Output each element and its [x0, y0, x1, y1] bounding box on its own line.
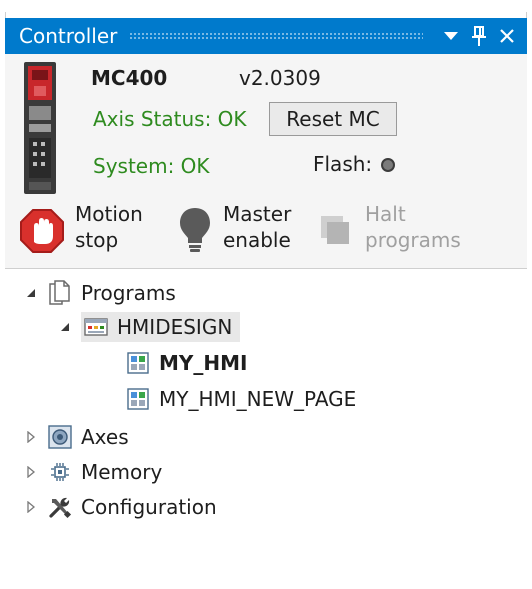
pin-icon[interactable]	[465, 21, 493, 51]
tree-label-configuration: Configuration	[81, 495, 217, 519]
memory-chip-icon	[47, 459, 73, 485]
master-enable-label-1: Master	[223, 202, 292, 226]
reset-mc-button[interactable]: Reset MC	[269, 102, 397, 136]
controller-info: MC400 v2.0309 Axis Status: OK Reset MC S…	[5, 54, 527, 268]
master-enable-label-2: enable	[223, 228, 291, 252]
stop-hand-icon	[20, 209, 64, 253]
tree-selection-highlight: HMIDESIGN	[81, 312, 241, 342]
tree-label-memory: Memory	[81, 460, 163, 484]
tree-item-programs[interactable]: Programs	[23, 277, 176, 309]
firmware-version: v2.0309	[239, 66, 321, 90]
tree-item-my-hmi[interactable]: MY_HMI	[125, 347, 247, 379]
tree-label-hmidesign: HMIDESIGN	[117, 315, 233, 339]
system-status: System: OK	[93, 154, 210, 178]
tree-item-memory[interactable]: Memory	[23, 456, 162, 488]
tools-icon	[47, 494, 73, 520]
motion-stop-button[interactable]: Motion stop	[19, 200, 169, 256]
documents-icon	[47, 280, 73, 306]
hmi-page-icon	[125, 386, 151, 412]
hmi-page-icon	[125, 350, 151, 376]
axis-status: Axis Status: OK	[93, 107, 247, 131]
tree-item-configuration[interactable]: Configuration	[23, 491, 217, 523]
lightbulb-icon	[180, 208, 210, 252]
tree-label-axes: Axes	[81, 425, 129, 449]
halt-programs-icon	[321, 216, 349, 244]
motion-stop-label-2: stop	[75, 228, 119, 252]
collapsed-arrow-icon[interactable]	[23, 466, 39, 478]
tree-label-my-hmi: MY_HMI	[159, 351, 248, 375]
drag-grip[interactable]	[129, 32, 423, 40]
flash-label: Flash:	[313, 152, 373, 176]
controller-panel: Controller MC400 v2.0309 Axis Status: OK…	[0, 0, 532, 589]
tree-label-programs: Programs	[81, 281, 176, 305]
master-enable-button[interactable]: Master enable	[177, 200, 317, 256]
halt-programs-label-1: Halt	[365, 202, 406, 226]
hmi-design-icon	[83, 314, 109, 340]
close-icon[interactable]	[493, 21, 521, 51]
halt-programs-button[interactable]: Halt programs	[319, 200, 479, 256]
halt-programs-label-2: programs	[365, 228, 461, 252]
collapsed-arrow-icon[interactable]	[23, 501, 39, 513]
chevron-down-icon[interactable]	[437, 21, 465, 51]
tree-label-my-hmi-new-page: MY_HMI_NEW_PAGE	[159, 387, 357, 411]
flash-indicator-icon	[381, 158, 395, 172]
axis-motor-icon	[47, 424, 73, 450]
panel-title: Controller	[19, 24, 118, 48]
title-bar[interactable]: Controller	[5, 18, 527, 54]
expanded-arrow-icon[interactable]	[23, 288, 39, 298]
controller-device-icon	[24, 62, 56, 194]
controller-model: MC400	[91, 66, 168, 90]
project-tree: Programs HMIDESIGN MY_HMI MY_HMI_NEW_PAG…	[5, 269, 527, 589]
motion-stop-label-1: Motion	[75, 202, 143, 226]
expanded-arrow-icon[interactable]	[57, 322, 73, 332]
tree-item-my-hmi-new-page[interactable]: MY_HMI_NEW_PAGE	[125, 383, 356, 415]
collapsed-arrow-icon[interactable]	[23, 431, 39, 443]
tree-item-axes[interactable]: Axes	[23, 421, 129, 453]
tree-item-hmidesign[interactable]: HMIDESIGN	[57, 311, 241, 343]
